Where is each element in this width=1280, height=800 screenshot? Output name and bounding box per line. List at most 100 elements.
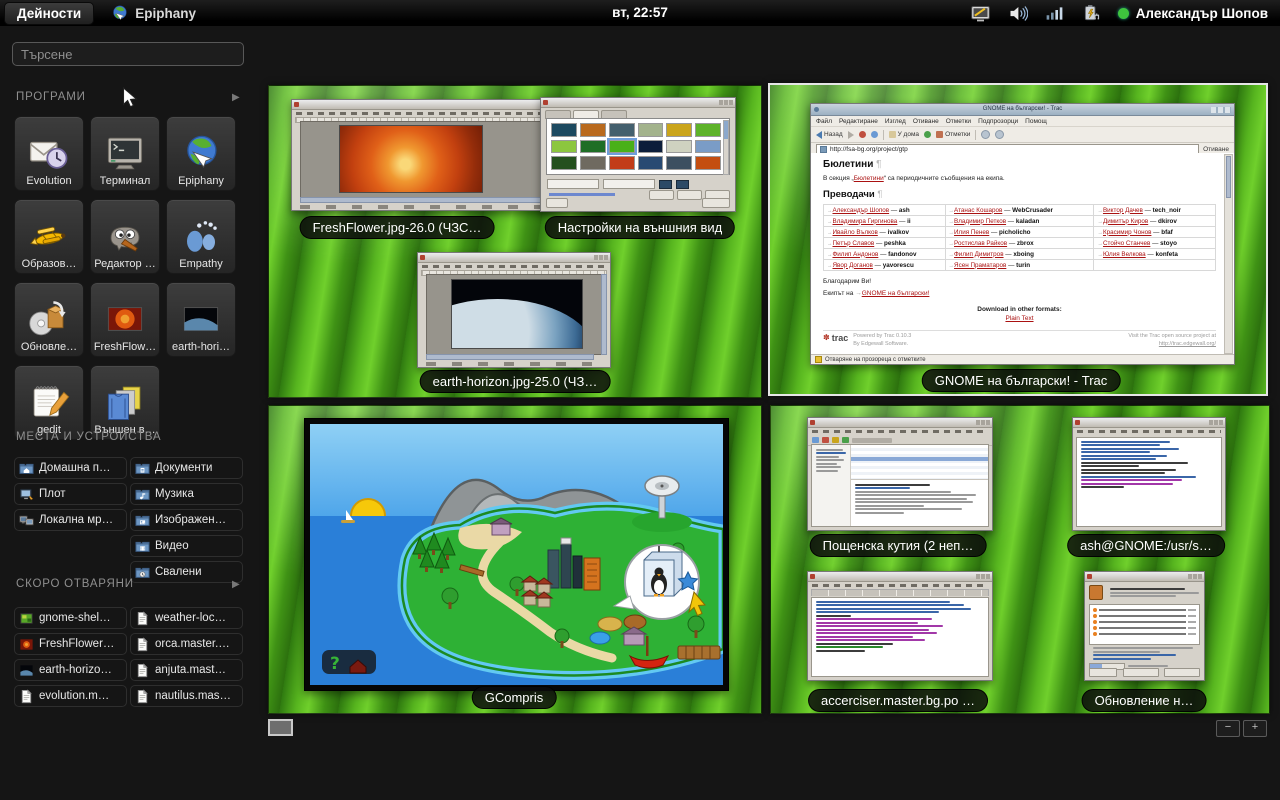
place-item[interactable]: Плот: [14, 483, 127, 505]
go-button[interactable]: Отиване: [1203, 146, 1229, 153]
forward-button[interactable]: [848, 131, 854, 139]
window-epiphany-trac[interactable]: GNOME на български! - Trac ФайлРедактира…: [810, 103, 1235, 365]
place-item[interactable]: Свалени: [130, 561, 243, 583]
place-item[interactable]: Документи: [130, 457, 243, 479]
recent-item[interactable]: weather-loc…: [130, 607, 243, 629]
zoom-out-icon[interactable]: [995, 130, 1004, 139]
wallpaper-thumb[interactable]: [580, 140, 606, 154]
app-tile[interactable]: Epiphany: [166, 116, 236, 191]
wallpaper-thumb[interactable]: [551, 156, 577, 170]
menu-item[interactable]: Помощ: [1025, 118, 1047, 125]
page-scrollbar[interactable]: [1224, 154, 1233, 354]
clock[interactable]: вт, 22:57: [612, 5, 668, 20]
place-item[interactable]: Локална мр…: [14, 509, 127, 531]
translator-link[interactable]: Виктор Дачев: [1103, 207, 1143, 214]
zoom-in-icon[interactable]: [981, 130, 990, 139]
translator-link[interactable]: Ростислав Райков: [954, 240, 1007, 247]
wallpaper-thumb[interactable]: [551, 123, 577, 137]
wallpaper-thumb[interactable]: [666, 123, 692, 137]
menu-item[interactable]: Файл: [816, 118, 832, 125]
translator-link[interactable]: Петър Славов: [833, 240, 875, 247]
wallpaper-thumb[interactable]: [609, 140, 635, 154]
wallpaper-thumb[interactable]: [666, 140, 692, 154]
menu-item[interactable]: Редактиране: [839, 118, 878, 125]
translator-link[interactable]: Стойчо Станчев: [1103, 240, 1150, 247]
translator-link[interactable]: Филип Димитров: [954, 251, 1004, 258]
window-appearance[interactable]: [540, 97, 736, 212]
back-button[interactable]: Назад: [816, 131, 843, 139]
place-item[interactable]: Домашна п…: [14, 457, 127, 479]
translator-link[interactable]: Димитър Киров: [1103, 218, 1148, 225]
menu-item[interactable]: Изглед: [885, 118, 906, 125]
app-tile[interactable]: gedit: [14, 365, 84, 440]
byuletini-link[interactable]: Бюлетини: [854, 175, 884, 182]
workspace-2-active[interactable]: GNOME на български! - Trac ФайлРедактира…: [768, 83, 1268, 396]
translator-link[interactable]: Александър Шопов: [833, 207, 890, 214]
zoom-out-button[interactable]: −: [1216, 720, 1240, 737]
window-terminal[interactable]: [1072, 417, 1226, 531]
window-gimp-earth[interactable]: [417, 252, 611, 368]
recent-item[interactable]: FreshFlower…: [14, 633, 127, 655]
recent-item[interactable]: nautilus.mas…: [130, 685, 243, 707]
wallpaper-thumb[interactable]: [666, 156, 692, 170]
menu-item[interactable]: Отиване: [913, 118, 939, 125]
window-evolution-mail[interactable]: [807, 417, 993, 531]
network-signal-icon[interactable]: [1044, 3, 1065, 24]
app-tile[interactable]: Обновле…: [14, 282, 84, 357]
window-update-manager[interactable]: [1084, 571, 1205, 681]
gnome-bg-link[interactable]: GNOME на български!: [862, 290, 930, 297]
zoom-in-button[interactable]: +: [1243, 720, 1267, 737]
recent-item[interactable]: orca.master.…: [130, 633, 243, 655]
display-settings-icon[interactable]: [970, 3, 991, 24]
translator-link[interactable]: Ясен Праматаров: [954, 262, 1006, 269]
recent-item[interactable]: earth-horizo…: [14, 659, 127, 681]
wallpaper-thumb[interactable]: [695, 140, 721, 154]
menu-item[interactable]: Отметки: [946, 118, 971, 125]
place-item[interactable]: Изображен…: [130, 509, 243, 531]
translator-link[interactable]: Атанас Кошаров: [954, 207, 1002, 214]
app-tile[interactable]: earth-hori…: [166, 282, 236, 357]
recent-item[interactable]: evolution.m…: [14, 685, 127, 707]
workspace-1[interactable]: FreshFlower.jpg-26.0 (ЧЗС… Настройки на …: [268, 85, 762, 398]
home-button[interactable]: У дома: [889, 131, 919, 138]
wallpaper-thumb[interactable]: [695, 123, 721, 137]
recent-item[interactable]: gnome-shel…: [14, 607, 127, 629]
user-menu[interactable]: Александър Шопов: [1118, 6, 1268, 21]
app-tile[interactable]: FreshFlow…: [90, 282, 160, 357]
bookmarks-button[interactable]: Отметки: [936, 131, 970, 138]
recent-expand-icon[interactable]: ▶: [232, 579, 240, 590]
activities-button[interactable]: Дейности: [4, 2, 94, 25]
workspace-add-indicator[interactable]: [268, 719, 293, 736]
volume-icon[interactable]: [1007, 3, 1028, 24]
wallpaper-thumb[interactable]: [695, 156, 721, 170]
reload-icon[interactable]: [871, 131, 878, 138]
wallpaper-thumb[interactable]: [638, 156, 664, 170]
app-tile[interactable]: Терминал: [90, 116, 160, 191]
translator-link[interactable]: Юлия Велкова: [1103, 251, 1146, 258]
translator-link[interactable]: Филип Андонов: [833, 251, 879, 258]
wallpaper-thumb[interactable]: [609, 156, 635, 170]
app-tile[interactable]: Evolution: [14, 116, 84, 191]
wallpaper-thumb[interactable]: [638, 140, 664, 154]
recent-item[interactable]: anjuta.mast…: [130, 659, 243, 681]
battery-icon[interactable]: [1081, 3, 1102, 24]
place-item[interactable]: Музика: [130, 483, 243, 505]
translator-link[interactable]: Красимир Чонов: [1103, 229, 1151, 236]
translator-link[interactable]: Владимира Гиргинова: [833, 218, 898, 225]
wallpaper-thumb[interactable]: [580, 156, 606, 170]
workspace-3[interactable]: ? GCompris: [268, 405, 762, 714]
app-tile[interactable]: Empathy: [166, 199, 236, 274]
wallpaper-thumb[interactable]: [609, 123, 635, 137]
history-icon[interactable]: [924, 131, 931, 138]
translator-link[interactable]: Владимир Петков: [954, 218, 1006, 225]
plain-text-link[interactable]: Plain Text: [1005, 315, 1033, 322]
wallpaper-thumb[interactable]: [638, 123, 664, 137]
programs-expand-icon[interactable]: ▶: [232, 92, 240, 103]
wallpaper-thumb[interactable]: [551, 140, 577, 154]
window-gcompris[interactable]: ?: [304, 418, 729, 691]
translator-link[interactable]: Явор Доганов: [833, 262, 873, 269]
app-tile[interactable]: Редактор …: [90, 199, 160, 274]
search-input[interactable]: [12, 42, 244, 66]
window-gedit-po[interactable]: [807, 571, 993, 681]
workspace-4[interactable]: Пощенска кутия (2 неп… ash@GNOME:/usr/s……: [770, 405, 1270, 714]
